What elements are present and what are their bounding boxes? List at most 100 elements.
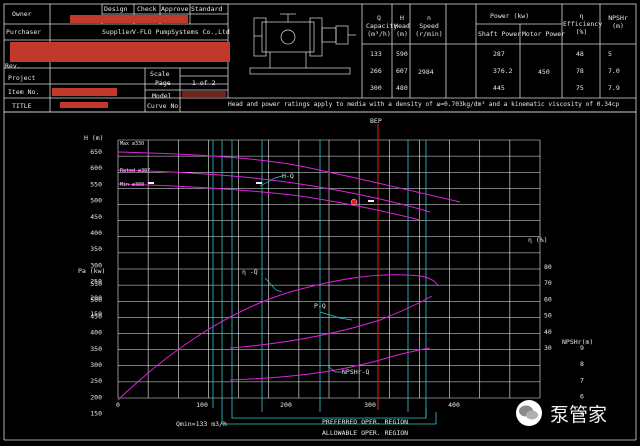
pa-tick-label: 500 [90, 296, 102, 304]
pump-drawing [249, 13, 356, 75]
watermark-text: 泵管家 [550, 404, 608, 426]
x-tick-label: 100 [196, 401, 208, 409]
standard-label: Standard [191, 5, 223, 13]
spec-eff-value: 48 [576, 50, 584, 58]
spec-eff-value: 78 [576, 67, 584, 75]
min-diameter-label: Min ∅300 [120, 182, 145, 188]
operating-regions [212, 140, 437, 425]
h-tick-label: 350 [90, 245, 102, 253]
eta-axis-label: η (%) [528, 236, 548, 244]
motor-power-header: Motor Power [522, 30, 566, 38]
project-label: Project [8, 74, 36, 82]
pa-tick-label: 550 [90, 280, 102, 288]
supplier-value: V-FLO PumpSystems Co.,Ltd [132, 28, 230, 36]
eta-tick-label: 70 [544, 279, 552, 287]
spec-shaft-value: 445 [493, 84, 505, 92]
owner-label: Owner [12, 10, 32, 18]
eff-header: η Efficiency (%) [563, 12, 603, 36]
eta-q-curve [117, 274, 439, 401]
power-header: Power (kw) [490, 12, 530, 20]
h-tick-label: 550 [90, 180, 102, 188]
pa-tick-label: 400 [90, 329, 102, 337]
curve-label: Curve No. [147, 102, 183, 110]
eta-tick-label: 60 [544, 295, 552, 303]
h-tick-label: 650 [90, 148, 102, 156]
eta-axis-ticks: 80 70 60 50 40 30 [544, 263, 552, 352]
label-leaders [259, 175, 353, 373]
pa-axis-ticks: 550 500 450 400 350 300 250 200 150 [90, 280, 102, 418]
pa-tick-label: 150 [90, 410, 102, 418]
model-label: Model [152, 92, 172, 100]
eta-tick-label: 40 [544, 328, 552, 336]
approve-label: Approve [161, 5, 189, 13]
x-tick-label: 300 [364, 401, 376, 409]
pa-tick-label: 200 [90, 393, 102, 401]
performance-curves [117, 151, 461, 401]
x-tick-label: 400 [448, 401, 460, 409]
hq-rated-curve [117, 169, 431, 213]
pa-tick-label: 450 [90, 312, 102, 320]
pa-tick-label: 350 [90, 345, 102, 353]
page-label: Page [155, 79, 171, 87]
wechat-icon [516, 400, 542, 426]
title-label: TITLE [12, 102, 32, 110]
spec-npshr-value: 7.9 [608, 84, 620, 92]
bep-marker [350, 198, 358, 206]
bep-label: BEP [370, 117, 382, 125]
page-value: 1 of 2 [192, 79, 216, 87]
rated-diameter-label: Rated ∅307 [120, 168, 151, 174]
scale-label: Scale [150, 70, 170, 78]
x-tick-label: 0 [116, 401, 120, 409]
speed-value: 2984 [418, 68, 434, 76]
pa-axis-label: Pa (kw) [78, 267, 106, 275]
p-q-curve [229, 295, 433, 349]
rev-label: Rev. [5, 62, 21, 70]
spec-npshr-value: 5 [608, 50, 612, 58]
eta-tick-label: 80 [544, 263, 552, 271]
preferred-region-label: PREFERRED OPER. REGION [322, 418, 409, 426]
spec-q-value: 300 [370, 84, 382, 92]
max-diameter-label: Max ∅330 [120, 141, 145, 147]
x-tick-label: 200 [280, 401, 292, 409]
spec-h-value: 590 [396, 50, 408, 58]
npsh-axis-label: NPSHr(m) [562, 338, 594, 346]
npsh-q-curve [229, 347, 431, 381]
shaft-power-header: Shaft Power [478, 30, 522, 38]
redacted-title [60, 102, 108, 108]
pump-curve-sheet: 650600550500450400350300250200150 550500… [3, 3, 637, 441]
spec-shaft-value: 287 [493, 50, 505, 58]
h-tick-label: 400 [90, 229, 102, 237]
n-header: n Speed (r/min) [415, 14, 443, 38]
supplier-label: Supplier [102, 28, 134, 36]
item-label: Item No. [8, 88, 40, 96]
spec-npshr-value: 7.0 [608, 67, 620, 75]
h-axis-ticks: 650600550500450400350300250200150 [90, 148, 102, 318]
spec-h-value: 480 [396, 84, 408, 92]
pq-curve-label: P-Q [314, 302, 326, 310]
ratings-note: Head and power ratings apply to media wi… [228, 101, 620, 108]
motor-value: 450 [538, 68, 550, 76]
hq-curve-label: H-Q [282, 172, 294, 180]
npshr-header: NPSHr (m) [608, 14, 628, 30]
spec-eff-value: 75 [576, 84, 584, 92]
pa-tick-label: 250 [90, 377, 102, 385]
spec-shaft-value: 376.2 [493, 67, 513, 75]
npsh-tick-label: 8 [580, 360, 584, 368]
spec-h-value: 607 [396, 67, 408, 75]
qmin-label: Qmin=133 m3/h [176, 420, 227, 428]
eta-tick-label: 30 [544, 344, 552, 352]
design-label: Design [104, 5, 128, 13]
spec-q-value: 266 [370, 67, 382, 75]
check-label: Check [137, 5, 157, 13]
h-tick-label: 600 [90, 164, 102, 172]
eta-curve-label: η -Q [242, 268, 258, 276]
watermark: 泵管家 [514, 398, 636, 428]
eta-tick-label: 50 [544, 312, 552, 320]
pa-tick-label: 300 [90, 361, 102, 369]
h-tick-label: 500 [90, 197, 102, 205]
allowable-region-label: ALLOWABLE OPER. REGION [322, 429, 409, 437]
purchaser-label: Purchaser [6, 28, 42, 36]
plot-grid [117, 139, 541, 399]
redacted-rev [10, 42, 230, 62]
spec-q-value: 133 [370, 50, 382, 58]
